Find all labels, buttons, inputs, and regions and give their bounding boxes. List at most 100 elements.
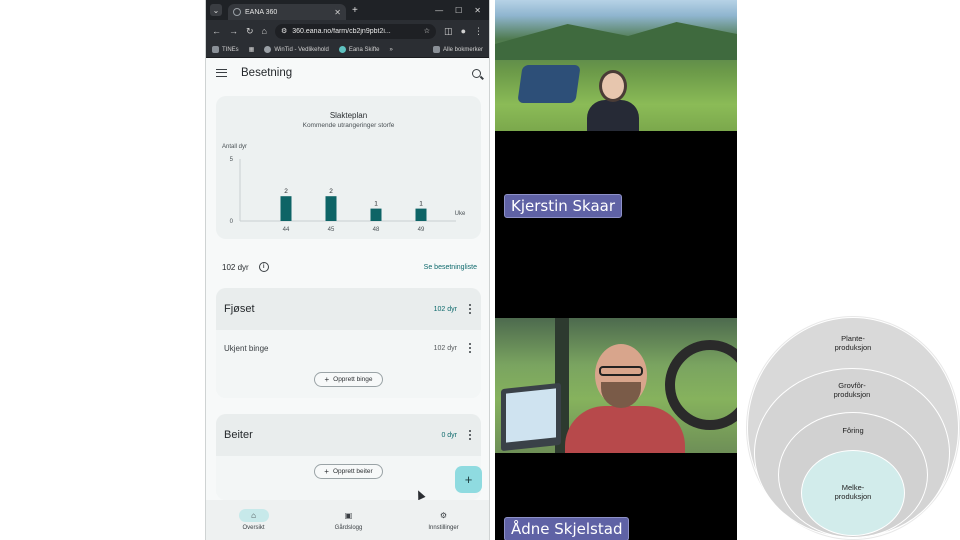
chart-bar	[280, 196, 292, 221]
globe-icon	[264, 46, 272, 53]
create-pen-button[interactable]: + Opprett binge	[314, 372, 383, 387]
nav-item-innstillinger[interactable]: ⚙ Innstillinger	[396, 500, 489, 540]
y-tick-label: 5	[230, 157, 234, 163]
participant-name-label: Kjerstin Skaar	[504, 194, 623, 218]
more-vert-icon[interactable]	[467, 304, 473, 314]
group-name: Fjøset	[224, 303, 255, 315]
new-tab-icon[interactable]: +	[352, 5, 358, 16]
bookmark-2[interactable]: Eana Skifte	[338, 46, 380, 53]
more-bookmarks-icon[interactable]: »	[390, 47, 393, 53]
nav-item-oversikt[interactable]: ⌂ Oversikt	[206, 500, 301, 540]
forward-icon[interactable]: →	[229, 26, 238, 36]
app: Besetning Slakteplan Kommende utrangerin…	[206, 58, 489, 540]
tab-search-icon[interactable]: ⌄	[210, 4, 222, 16]
bookmark-star-icon[interactable]: ☆	[424, 27, 430, 35]
folder-icon	[432, 46, 440, 53]
bookmark-0[interactable]: TINEs	[212, 46, 239, 53]
tab-close-icon[interactable]: ✕	[334, 8, 341, 17]
group-beiter: Beiter 0 dyr + Opprett beiter	[216, 414, 481, 500]
video-background	[501, 382, 561, 452]
site-info-icon[interactable]: ⚙	[281, 27, 287, 35]
tab-favicon-icon	[233, 8, 241, 16]
url-text: 360.eana.no/farm/cb2jn9pbt2i...	[292, 27, 391, 35]
more-vert-icon[interactable]	[467, 430, 473, 440]
bottom-nav: ⌂ Oversikt ▣ Gårdslogg ⚙ Innstillinger	[206, 500, 489, 540]
herd-summary: 102 dyr i Se besetningliste	[222, 260, 477, 274]
participant-video	[587, 100, 639, 131]
circle-label: Plante- produksjon	[834, 334, 872, 353]
chart-bar	[415, 208, 427, 221]
bookmark-label: TINEs	[222, 46, 239, 53]
toolbar-actions: ◫ ● ⋮	[444, 26, 483, 37]
reload-icon[interactable]: ↻	[246, 26, 254, 37]
y-tick-label: 0	[230, 219, 234, 225]
bookmark-label: WinTid - Vedlikehold	[274, 46, 329, 53]
maximize-icon[interactable]: ☐	[455, 6, 462, 15]
all-bookmarks[interactable]: Alle bokmerker	[432, 46, 483, 53]
add-fab-button[interactable]: +	[455, 466, 482, 493]
participant-video	[565, 344, 685, 453]
chart-bar	[325, 196, 337, 221]
list-item[interactable]: Ukjent binge 102 dyr	[216, 330, 481, 366]
participant-video	[599, 366, 643, 376]
browser-tab[interactable]: EANA 360 ✕	[228, 4, 346, 20]
nav-item-gardslogg[interactable]: ▣ Gårdslogg	[301, 500, 396, 540]
window-controls: — ☐ ✕	[435, 6, 485, 15]
apps-grid-icon[interactable]: ▦	[249, 46, 255, 53]
video-tile-kjerstin	[495, 0, 737, 131]
herd-list-link[interactable]: Se besetningliste	[424, 264, 477, 271]
nav-bar: ← → ↻ ⌂ ⚙ 360.eana.no/farm/cb2jn9pbt2i..…	[206, 20, 489, 42]
minimize-icon[interactable]: —	[435, 6, 443, 15]
bar-data-label: 2	[329, 188, 333, 195]
button-label: Opprett beiter	[332, 468, 373, 475]
circle-label: Grovfôr- produksjon	[833, 381, 871, 400]
participant-video	[599, 70, 627, 102]
info-icon[interactable]: i	[258, 262, 269, 272]
nav-label: Oversikt	[242, 525, 265, 531]
extensions-icon[interactable]: ◫	[444, 26, 453, 37]
more-vert-icon[interactable]	[467, 343, 473, 353]
participant-video	[565, 406, 685, 453]
screen: ⌄ EANA 360 ✕ + — ☐ ✕ ← → ↻ ⌂ ⚙ 360.eana.…	[0, 0, 960, 540]
production-diagram: Plante- produksjon Grovfôr- produksjon F…	[744, 316, 960, 540]
slakteplan-chart-card: Slakteplan Kommende utrangeringer storfe…	[216, 96, 481, 239]
bar-data-label: 1	[374, 201, 378, 208]
video-background	[517, 65, 581, 103]
bookmark-1[interactable]: WinTid - Vedlikehold	[264, 46, 329, 53]
menu-icon[interactable]	[216, 69, 227, 77]
plus-icon: +	[464, 472, 473, 487]
x-axis-label: Uke	[455, 211, 466, 217]
pill-wrap: + Opprett beiter	[216, 456, 481, 479]
address-bar[interactable]: ⚙ 360.eana.no/farm/cb2jn9pbt2i... ☆	[274, 23, 437, 39]
bookmarks-bar: TINEs ▦ WinTid - Vedlikehold Eana Skifte…	[206, 42, 489, 58]
back-icon[interactable]: ←	[212, 26, 221, 36]
circle-level-4: Melke- produksjon	[801, 450, 905, 536]
group-body: Ukjent binge 102 dyr + Opprett binge	[216, 330, 481, 398]
bar-chart: Antall dyr 0 5 Uke 2 44 2 45 1 48 1 49	[222, 144, 466, 233]
group-header[interactable]: Beiter 0 dyr	[216, 414, 481, 456]
home-icon: ⌂	[238, 509, 269, 522]
app-bar: Besetning	[206, 58, 489, 88]
home-browser-icon[interactable]: ⌂	[262, 26, 267, 36]
participant-name-label: Ådne Skjelstad	[504, 517, 630, 540]
video-tile-adne	[495, 318, 737, 453]
group-header[interactable]: Fjøset 102 dyr	[216, 288, 481, 330]
calendar-icon: ▣	[344, 511, 353, 520]
pen-name: Ukjent binge	[224, 343, 269, 353]
x-tick-label: 48	[373, 227, 380, 233]
x-tick-label: 44	[283, 227, 290, 233]
video-background	[495, 22, 737, 60]
group-count: 0 dyr	[441, 431, 457, 439]
tab-title: EANA 360	[245, 8, 278, 16]
bookmark-label: Eana Skifte	[348, 46, 380, 53]
plus-icon: +	[324, 467, 329, 476]
profile-icon[interactable]: ●	[461, 26, 466, 37]
video-tile-empty	[495, 131, 737, 318]
button-label: Opprett binge	[333, 376, 373, 383]
window-close-icon[interactable]: ✕	[474, 6, 481, 15]
create-pasture-button[interactable]: + Opprett beiter	[314, 464, 383, 479]
gear-icon: ⚙	[439, 511, 448, 520]
browser-menu-icon[interactable]: ⋮	[474, 26, 483, 37]
nav-label: Gårdslogg	[334, 525, 363, 531]
search-icon[interactable]	[472, 68, 481, 78]
